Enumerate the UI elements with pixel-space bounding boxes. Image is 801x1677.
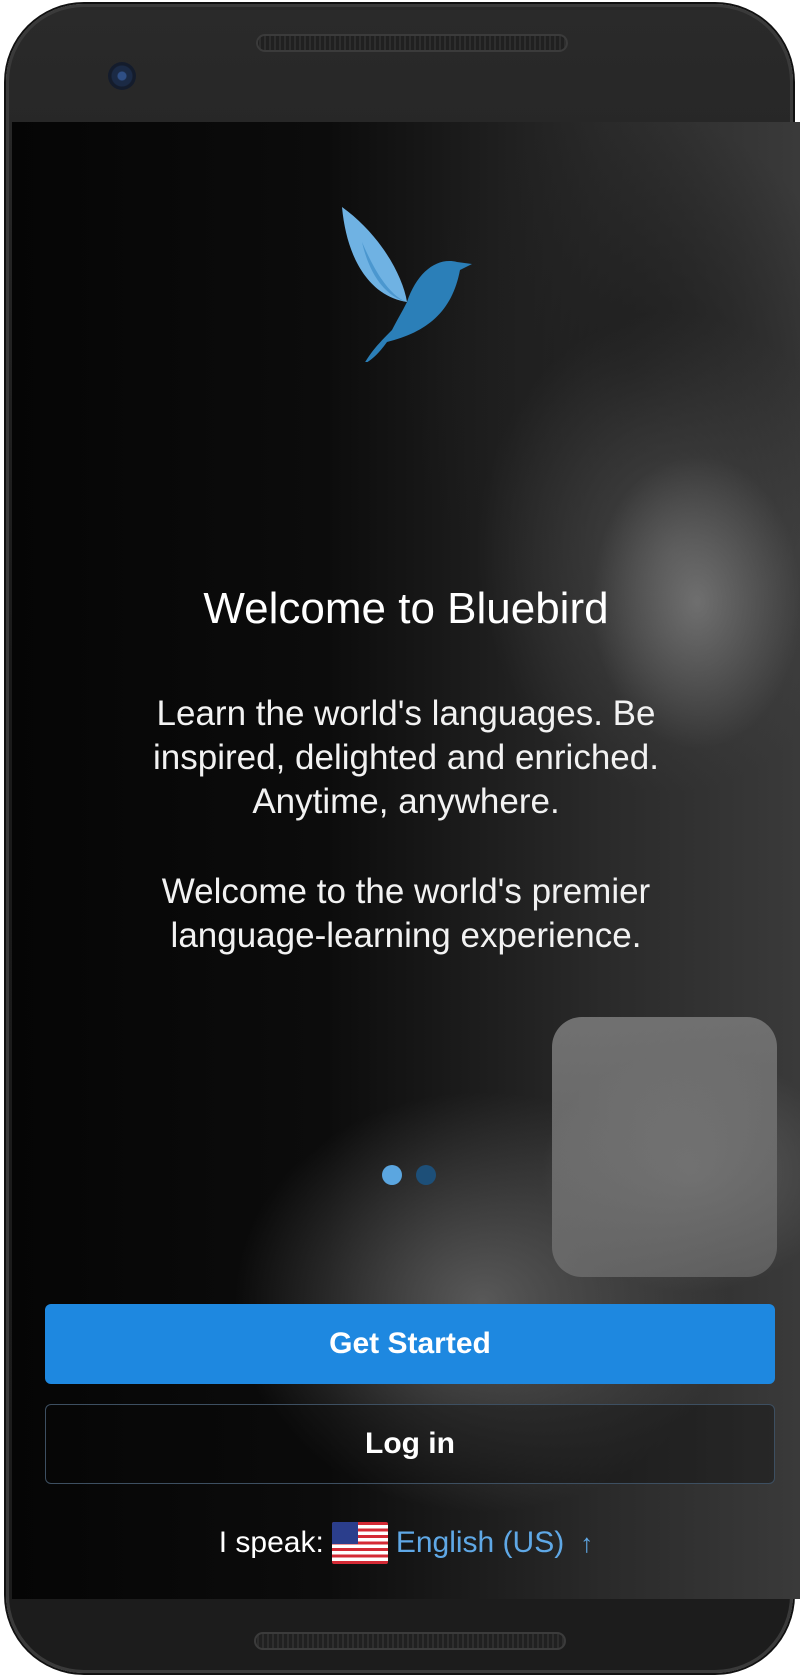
bluebird-logo-icon bbox=[342, 207, 472, 362]
top-speaker-grille bbox=[256, 34, 568, 52]
page-indicator bbox=[382, 1165, 436, 1185]
welcome-title: Welcome to Bluebird bbox=[203, 584, 609, 633]
phone-frame: Welcome to Bluebird Learn the world's la… bbox=[6, 4, 800, 1673]
app-screen: Welcome to Bluebird Learn the world's la… bbox=[12, 122, 800, 1599]
language-label: I speak: bbox=[218, 1526, 324, 1559]
background-photo-phone bbox=[552, 1017, 777, 1277]
arrow-up-icon[interactable]: ↑ bbox=[580, 1528, 593, 1559]
get-started-button[interactable]: Get Started bbox=[45, 1304, 775, 1384]
language-selector[interactable]: I speak: English (US) ↑ bbox=[12, 1522, 800, 1564]
bottom-speaker-grille bbox=[254, 1632, 566, 1650]
welcome-tagline: Welcome to the world's premier language-… bbox=[161, 872, 651, 955]
page-dot-active[interactable] bbox=[382, 1165, 402, 1185]
page-dot-inactive[interactable] bbox=[416, 1165, 436, 1185]
front-camera-icon bbox=[108, 62, 136, 90]
us-flag-icon bbox=[331, 1522, 388, 1564]
selected-language[interactable]: English (US) bbox=[396, 1526, 564, 1560]
welcome-description: Learn the world's languages. Be inspired… bbox=[153, 694, 659, 821]
log-in-button[interactable]: Log in bbox=[45, 1404, 775, 1484]
